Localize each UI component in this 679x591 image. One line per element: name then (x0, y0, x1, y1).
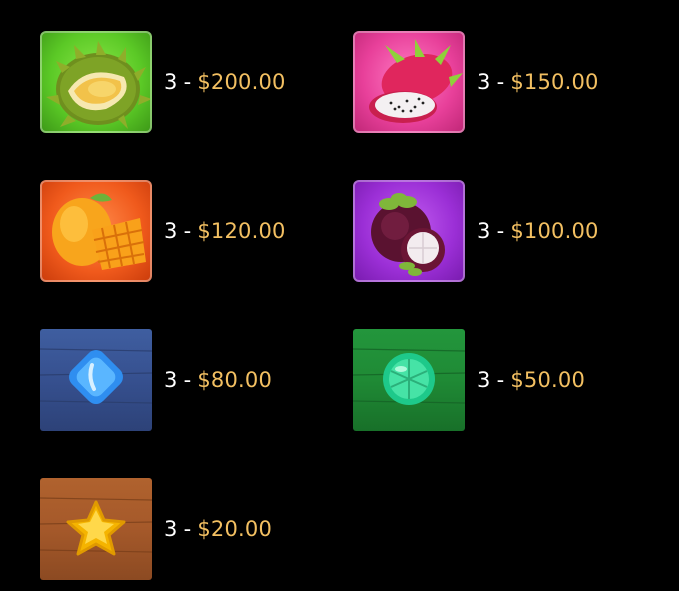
green-candy-symbol-icon (353, 329, 465, 431)
payout-amount: $200.00 (197, 70, 286, 94)
paytable-entry-blue-candy: 3- $80.00 (40, 329, 272, 431)
payout-amount: $80.00 (197, 368, 273, 392)
symbol-count: 3 (164, 219, 178, 243)
paytable-entry-mangosteen: 3- $100.00 (353, 180, 599, 282)
payout-text: 3- $100.00 (477, 219, 599, 243)
separator-dash: - (183, 517, 192, 541)
symbol-count: 3 (164, 70, 178, 94)
symbol-count: 3 (477, 70, 491, 94)
symbol-count: 3 (477, 219, 491, 243)
separator-dash: - (496, 219, 505, 243)
payout-amount: $20.00 (197, 517, 273, 541)
separator-dash: - (183, 70, 192, 94)
paytable-entry-durian: 3- $200.00 (40, 31, 286, 133)
payout-text: 3- $120.00 (164, 219, 286, 243)
paytable-entry-mango: 3- $120.00 (40, 180, 286, 282)
payout-text: 3- $20.00 (164, 517, 272, 541)
star-candy-symbol-icon (40, 478, 152, 580)
payout-amount: $100.00 (510, 219, 599, 243)
payout-amount: $50.00 (510, 368, 586, 392)
payout-amount: $120.00 (197, 219, 286, 243)
payout-text: 3- $200.00 (164, 70, 286, 94)
paytable-entry-dragon-fruit: 3- $150.00 (353, 31, 599, 133)
separator-dash: - (183, 219, 192, 243)
paytable-entry-star-candy: 3- $20.00 (40, 478, 272, 580)
mangosteen-symbol-icon (353, 180, 465, 282)
payout-text: 3- $80.00 (164, 368, 272, 392)
symbol-count: 3 (164, 517, 178, 541)
payout-amount: $150.00 (510, 70, 599, 94)
separator-dash: - (496, 368, 505, 392)
dragon-fruit-symbol-icon (353, 31, 465, 133)
symbol-count: 3 (164, 368, 178, 392)
separator-dash: - (496, 70, 505, 94)
paytable-entry-green-candy: 3- $50.00 (353, 329, 585, 431)
payout-text: 3- $150.00 (477, 70, 599, 94)
symbol-count: 3 (477, 368, 491, 392)
durian-symbol-icon (40, 31, 152, 133)
payout-text: 3- $50.00 (477, 368, 585, 392)
separator-dash: - (183, 368, 192, 392)
blue-candy-symbol-icon (40, 329, 152, 431)
mango-symbol-icon (40, 180, 152, 282)
